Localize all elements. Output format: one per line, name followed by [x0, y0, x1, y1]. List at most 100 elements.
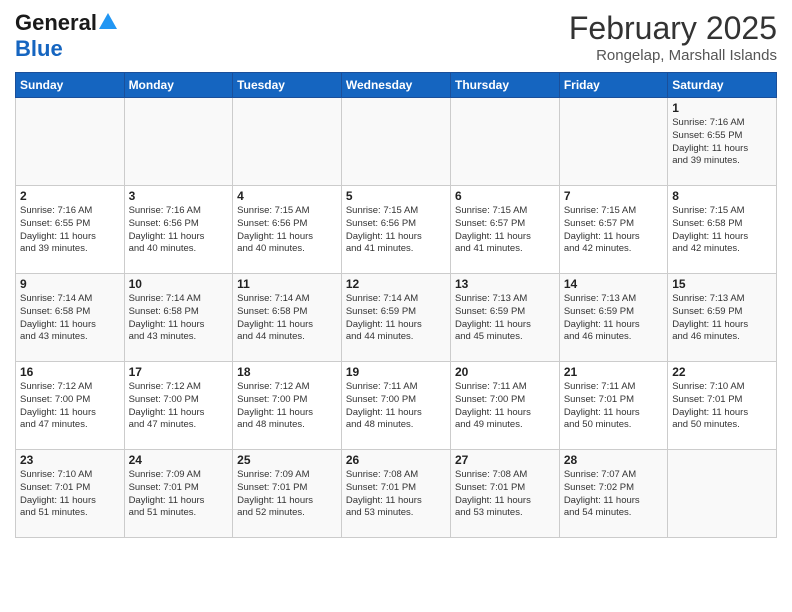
day-info: Sunrise: 7:16 AM Sunset: 6:55 PM Dayligh…: [20, 205, 120, 256]
calendar-cell: 4Sunrise: 7:15 AM Sunset: 6:56 PM Daylig…: [233, 186, 342, 274]
day-info: Sunrise: 7:13 AM Sunset: 6:59 PM Dayligh…: [672, 293, 772, 344]
calendar-cell: 18 Sunrise: 7:12 AM Sunset: 7:00 PM Dayli…: [233, 362, 342, 450]
calendar-cell: 14Sunrise: 7:13 AM Sunset: 6:59 PM Dayli…: [559, 274, 667, 362]
calendar-cell: 13 Sunrise: 7:13 AM Sunset: 6:59 PM Dayli…: [450, 274, 559, 362]
calendar-cell: 22 Sunrise: 7:10 AM Sunset: 7:01 PM Dayli…: [668, 362, 777, 450]
calendar-cell: 6Sunrise: 7:15 AM Sunset: 6:57 PM Daylig…: [450, 186, 559, 274]
day-info: Sunrise: 7:08 AM Sunset: 7:01 PM Dayligh…: [346, 469, 446, 520]
day-info: Sunrise: 7:15 AM Sunset: 6:56 PM Dayligh…: [237, 205, 337, 256]
calendar-cell: 23 Sunrise: 7:10 AM Sunset: 7:01 PM Dayli…: [16, 450, 125, 538]
weekday-header-row: SundayMondayTuesdayWednesdayThursdayFrid…: [16, 73, 777, 98]
day-number: 18: [237, 365, 337, 379]
day-number: 24: [129, 453, 229, 467]
day-number: 11: [237, 277, 337, 291]
day-info: Sunrise: 7:11 AM Sunset: 7:01 PM Dayligh…: [564, 381, 663, 432]
day-info: Sunrise: 7:14 AM Sunset: 6:59 PM Dayligh…: [346, 293, 446, 344]
day-number: 5: [346, 189, 446, 203]
day-number: 17: [129, 365, 229, 379]
weekday-header-tuesday: Tuesday: [233, 73, 342, 98]
calendar-cell: 7 Sunrise: 7:15 AM Sunset: 6:57 PM Daylig…: [559, 186, 667, 274]
calendar-cell: [124, 98, 233, 186]
day-number: 1: [672, 101, 772, 115]
calendar-cell: 9 Sunrise: 7:14 AM Sunset: 6:58 PM Daylig…: [16, 274, 125, 362]
calendar-cell: [341, 98, 450, 186]
calendar-cell: [233, 98, 342, 186]
calendar-cell: 20 Sunrise: 7:11 AM Sunset: 7:00 PM Dayli…: [450, 362, 559, 450]
calendar-cell: 28 Sunrise: 7:07 AM Sunset: 7:02 PM Dayli…: [559, 450, 667, 538]
day-number: 12: [346, 277, 446, 291]
day-number: 20: [455, 365, 555, 379]
day-number: 2: [20, 189, 120, 203]
day-number: 21: [564, 365, 663, 379]
day-number: 27: [455, 453, 555, 467]
weekday-header-monday: Monday: [124, 73, 233, 98]
day-number: 8: [672, 189, 772, 203]
day-number: 15: [672, 277, 772, 291]
calendar-cell: 16Sunrise: 7:12 AM Sunset: 7:00 PM Dayli…: [16, 362, 125, 450]
calendar-cell: 24 Sunrise: 7:09 AM Sunset: 7:01 PM Dayli…: [124, 450, 233, 538]
calendar-table: SundayMondayTuesdayWednesdayThursdayFrid…: [15, 72, 777, 538]
day-info: Sunrise: 7:11 AM Sunset: 7:00 PM Dayligh…: [346, 381, 446, 432]
calendar-cell: 11 Sunrise: 7:14 AM Sunset: 6:58 PM Dayli…: [233, 274, 342, 362]
week-row-1: 1Sunrise: 7:16 AM Sunset: 6:55 PM Daylig…: [16, 98, 777, 186]
day-info: Sunrise: 7:15 AM Sunset: 6:57 PM Dayligh…: [564, 205, 663, 256]
calendar-cell: [450, 98, 559, 186]
day-info: Sunrise: 7:14 AM Sunset: 6:58 PM Dayligh…: [129, 293, 229, 344]
calendar-cell: 10 Sunrise: 7:14 AM Sunset: 6:58 PM Dayli…: [124, 274, 233, 362]
day-number: 6: [455, 189, 555, 203]
day-info: Sunrise: 7:09 AM Sunset: 7:01 PM Dayligh…: [237, 469, 337, 520]
calendar-cell: 8 Sunrise: 7:15 AM Sunset: 6:58 PM Daylig…: [668, 186, 777, 274]
day-number: 13: [455, 277, 555, 291]
calendar-cell: 3Sunrise: 7:16 AM Sunset: 6:56 PM Daylig…: [124, 186, 233, 274]
weekday-header-sunday: Sunday: [16, 73, 125, 98]
day-number: 9: [20, 277, 120, 291]
logo: General Blue: [15, 10, 117, 62]
day-number: 10: [129, 277, 229, 291]
day-number: 23: [20, 453, 120, 467]
calendar-cell: [668, 450, 777, 538]
day-info: Sunrise: 7:09 AM Sunset: 7:01 PM Dayligh…: [129, 469, 229, 520]
day-info: Sunrise: 7:10 AM Sunset: 7:01 PM Dayligh…: [20, 469, 120, 520]
day-info: Sunrise: 7:13 AM Sunset: 6:59 PM Dayligh…: [455, 293, 555, 344]
day-number: 25: [237, 453, 337, 467]
calendar-cell: 19 Sunrise: 7:11 AM Sunset: 7:00 PM Dayli…: [341, 362, 450, 450]
logo-arrow-icon: [99, 13, 117, 29]
day-info: Sunrise: 7:15 AM Sunset: 6:56 PM Dayligh…: [346, 205, 446, 256]
day-number: 22: [672, 365, 772, 379]
day-info: Sunrise: 7:11 AM Sunset: 7:00 PM Dayligh…: [455, 381, 555, 432]
page-header: General Blue February 2025 Rongelap, Mar…: [15, 10, 777, 64]
day-info: Sunrise: 7:14 AM Sunset: 6:58 PM Dayligh…: [20, 293, 120, 344]
day-number: 26: [346, 453, 446, 467]
calendar-cell: 2 Sunrise: 7:16 AM Sunset: 6:55 PM Daylig…: [16, 186, 125, 274]
calendar-cell: 5 Sunrise: 7:15 AM Sunset: 6:56 PM Daylig…: [341, 186, 450, 274]
location: Rongelap, Marshall Islands: [569, 47, 777, 64]
logo-blue: Blue: [15, 36, 63, 61]
calendar-cell: 21 Sunrise: 7:11 AM Sunset: 7:01 PM Dayli…: [559, 362, 667, 450]
day-number: 7: [564, 189, 663, 203]
day-info: Sunrise: 7:07 AM Sunset: 7:02 PM Dayligh…: [564, 469, 663, 520]
calendar-cell: 26 Sunrise: 7:08 AM Sunset: 7:01 PM Dayli…: [341, 450, 450, 538]
calendar-cell: 12 Sunrise: 7:14 AM Sunset: 6:59 PM Dayli…: [341, 274, 450, 362]
calendar-cell: 1Sunrise: 7:16 AM Sunset: 6:55 PM Daylig…: [668, 98, 777, 186]
calendar-cell: 15 Sunrise: 7:13 AM Sunset: 6:59 PM Dayli…: [668, 274, 777, 362]
calendar-cell: [16, 98, 125, 186]
day-number: 16: [20, 365, 120, 379]
week-row-5: 23 Sunrise: 7:10 AM Sunset: 7:01 PM Dayli…: [16, 450, 777, 538]
calendar-cell: [559, 98, 667, 186]
day-info: Sunrise: 7:16 AM Sunset: 6:56 PM Dayligh…: [129, 205, 229, 256]
weekday-header-saturday: Saturday: [668, 73, 777, 98]
day-number: 28: [564, 453, 663, 467]
title-block: February 2025 Rongelap, Marshall Islands: [569, 10, 777, 64]
week-row-3: 9 Sunrise: 7:14 AM Sunset: 6:58 PM Daylig…: [16, 274, 777, 362]
day-info: Sunrise: 7:10 AM Sunset: 7:01 PM Dayligh…: [672, 381, 772, 432]
day-number: 19: [346, 365, 446, 379]
day-info: Sunrise: 7:14 AM Sunset: 6:58 PM Dayligh…: [237, 293, 337, 344]
day-info: Sunrise: 7:15 AM Sunset: 6:58 PM Dayligh…: [672, 205, 772, 256]
day-info: Sunrise: 7:12 AM Sunset: 7:00 PM Dayligh…: [237, 381, 337, 432]
day-number: 14: [564, 277, 663, 291]
calendar-cell: 17Sunrise: 7:12 AM Sunset: 7:00 PM Dayli…: [124, 362, 233, 450]
logo-general: General: [15, 10, 97, 36]
calendar-cell: 25 Sunrise: 7:09 AM Sunset: 7:01 PM Dayli…: [233, 450, 342, 538]
weekday-header-wednesday: Wednesday: [341, 73, 450, 98]
weekday-header-friday: Friday: [559, 73, 667, 98]
